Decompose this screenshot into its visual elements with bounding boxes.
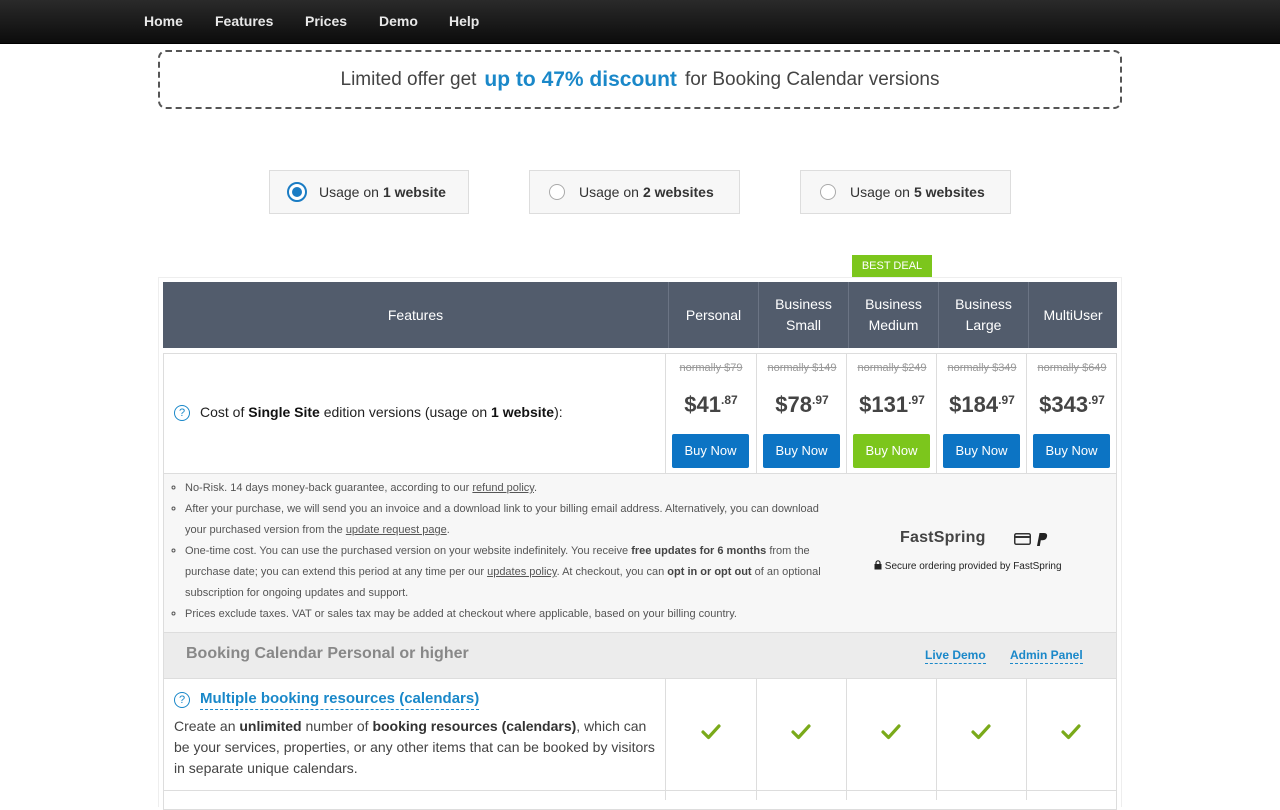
usage-option-bold: 5 websites — [913, 184, 985, 200]
list-item: Prices exclude taxes. VAT or sales tax m… — [185, 604, 835, 625]
column-divider — [1026, 679, 1027, 800]
header-features: Features — [387, 306, 444, 323]
checkmark-icon — [701, 724, 721, 740]
promo-banner: Limited offer get up to 47% discount for… — [158, 50, 1122, 109]
discount-price: $78.97 — [775, 392, 829, 417]
normal-price: normally $79 — [679, 362, 743, 374]
radio-icon[interactable] — [820, 184, 836, 200]
top-navigation: Home Features Prices Demo Help — [0, 0, 1280, 44]
price-business-medium: normally $249 $131.97 Buy Now — [847, 354, 937, 473]
usage-option-prefix: Usage on — [850, 184, 910, 200]
discount-price: $41.87 — [684, 392, 738, 417]
checkmark-icon — [791, 724, 811, 740]
checkmark-icon — [881, 724, 901, 740]
nav-home[interactable]: Home — [144, 0, 183, 43]
nav-features[interactable]: Features — [215, 0, 273, 43]
normal-price: normally $649 — [1037, 362, 1107, 374]
list-item: No-Risk. 14 days money-back guarantee, a… — [185, 478, 835, 499]
buy-now-button[interactable]: Buy Now — [763, 434, 840, 468]
refund-policy-link[interactable]: refund policy — [472, 482, 534, 494]
buy-now-button[interactable]: Buy Now — [943, 434, 1020, 468]
column-divider — [846, 679, 847, 800]
best-deal-badge: BEST DEAL — [852, 255, 932, 277]
usage-option-bold: 1 website — [382, 184, 446, 200]
lock-icon — [874, 560, 882, 570]
updates-policy-link[interactable]: updates policy — [487, 566, 557, 578]
price-business-small: normally $149 $78.97 Buy Now — [757, 354, 847, 473]
admin-panel-link[interactable]: Admin Panel — [1010, 648, 1083, 664]
nav-prices[interactable]: Prices — [305, 0, 347, 43]
paypal-icon — [1036, 532, 1048, 546]
column-divider — [936, 679, 937, 800]
discount-price: $343.97 — [1039, 392, 1105, 417]
feature-description: Create an unlimited number of booking re… — [174, 718, 655, 776]
radio-icon[interactable] — [549, 184, 565, 200]
promo-prefix: Limited offer get — [340, 68, 477, 90]
discount-price: $184.97 — [949, 392, 1015, 417]
fastspring-logo: FastSpring — [900, 529, 986, 546]
discount-price: $131.97 — [859, 392, 925, 417]
credit-card-icon — [1014, 533, 1031, 546]
price-business-large: normally $349 $184.97 Buy Now — [937, 354, 1027, 473]
buy-now-button[interactable]: Buy Now — [1033, 434, 1110, 468]
purchase-info-list: No-Risk. 14 days money-back guarantee, a… — [170, 478, 835, 625]
help-icon[interactable]: ? — [174, 405, 190, 421]
normal-price: normally $149 — [767, 362, 837, 374]
list-item: One-time cost. You can use the purchased… — [185, 541, 835, 604]
usage-option-5-websites[interactable]: Usage on 5 websites — [800, 170, 1011, 214]
normal-price: normally $249 — [857, 362, 927, 374]
help-icon[interactable]: ? — [174, 692, 190, 708]
price-personal: normally $79 $41.87 Buy Now — [666, 354, 756, 473]
checkmark-icon — [971, 724, 991, 740]
header-multiuser: MultiUser — [1028, 282, 1117, 348]
pricing-table-header: Features Personal Business Small Busines… — [163, 282, 1117, 348]
payment-icons — [1014, 530, 1048, 547]
header-personal: Personal — [668, 282, 758, 348]
buy-now-button[interactable]: Buy Now — [672, 434, 749, 468]
secure-ordering-note: Secure ordering provided by FastSpring — [874, 560, 1062, 572]
column-divider — [756, 679, 757, 800]
radio-selected-icon[interactable] — [287, 182, 307, 202]
usage-option-2-websites[interactable]: Usage on 2 websites — [529, 170, 740, 214]
usage-option-prefix: Usage on — [579, 184, 639, 200]
list-item: After your purchase, we will send you an… — [185, 499, 835, 541]
header-business-small: Business Small — [758, 282, 848, 348]
buy-now-button-best-deal[interactable]: Buy Now — [853, 434, 930, 468]
normal-price: normally $349 — [947, 362, 1017, 374]
nav-demo[interactable]: Demo — [379, 0, 418, 43]
section-title: Booking Calendar Personal or higher — [186, 645, 469, 662]
promo-suffix: for Booking Calendar versions — [684, 68, 940, 90]
cost-label: Cost of Single Site edition versions (us… — [200, 404, 563, 420]
live-demo-link[interactable]: Live Demo — [925, 648, 986, 664]
next-row — [163, 790, 1117, 810]
price-multiuser: normally $649 $343.97 Buy Now — [1027, 354, 1117, 473]
usage-option-1-website[interactable]: Usage on 1 website — [269, 170, 469, 214]
header-business-large: Business Large — [938, 282, 1028, 348]
nav-help[interactable]: Help — [449, 0, 479, 43]
usage-option-prefix: Usage on — [319, 184, 379, 200]
usage-option-bold: 2 websites — [642, 184, 714, 200]
header-business-medium: Business Medium — [848, 282, 938, 348]
checkmark-icon — [1061, 724, 1081, 740]
column-divider — [665, 679, 666, 800]
feature-title-link[interactable]: Multiple booking resources (calendars) — [200, 689, 480, 710]
promo-highlight: up to 47% discount — [484, 67, 677, 91]
update-request-link[interactable]: update request page — [346, 524, 447, 536]
